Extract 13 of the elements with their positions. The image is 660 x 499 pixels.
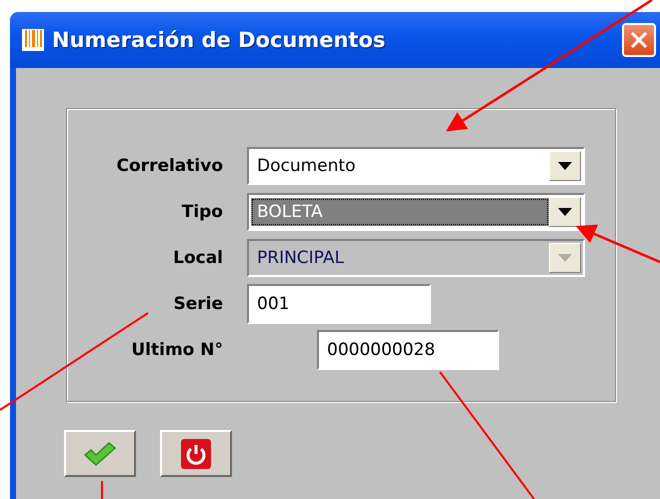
- field-label: Tipo: [180, 202, 223, 222]
- dropdown-value: PRINCIPAL: [256, 247, 345, 270]
- input-field[interactable]: 0000000028: [317, 330, 499, 370]
- window-title: Numeración de Documentos: [52, 28, 386, 52]
- dropdown[interactable]: BOLETA: [247, 193, 585, 231]
- dropdown-value: Documento: [256, 155, 356, 178]
- field-label: Correlativo: [116, 156, 223, 176]
- dropdown-value: BOLETA: [251, 198, 549, 226]
- field-label: Serie: [172, 294, 223, 314]
- input-field[interactable]: 001: [247, 284, 431, 324]
- field-label: Ultimo N°: [130, 340, 223, 360]
- field-label: Local: [172, 248, 223, 268]
- dropdown[interactable]: Documento: [247, 147, 585, 185]
